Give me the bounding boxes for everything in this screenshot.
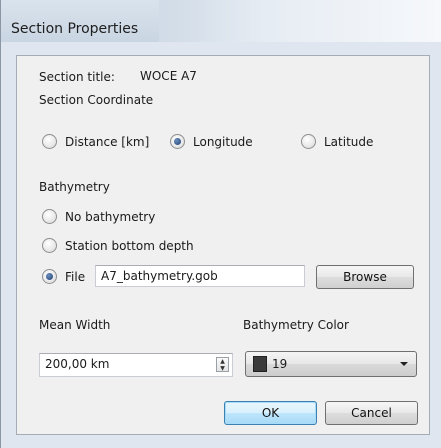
mean-width-spinner[interactable]: ▲ ▼ (216, 357, 229, 372)
radio-station-bottom-depth-indicator (42, 238, 57, 253)
section-properties-window: Section Properties Section title: WOCE A… (0, 0, 441, 448)
cancel-button[interactable]: Cancel (325, 401, 418, 425)
bathymetry-file-value: A7_bathymetry.gob (101, 269, 218, 283)
bathymetry-file-field[interactable]: A7_bathymetry.gob (95, 265, 305, 287)
mean-width-value: 200,00 km (45, 357, 110, 371)
radio-file[interactable]: File (42, 269, 85, 284)
section-title-label: Section title: (39, 70, 115, 84)
window-title: Section Properties (11, 21, 139, 37)
section-title-field[interactable]: WOCE A7 (134, 65, 422, 87)
radio-latitude[interactable]: Latitude (301, 134, 373, 149)
radio-latitude-indicator (301, 134, 316, 149)
mean-width-label: Mean Width (39, 318, 111, 332)
radio-no-bathymetry[interactable]: No bathymetry (42, 209, 155, 224)
ok-button[interactable]: OK (224, 401, 317, 425)
radio-longitude-label: Longitude (193, 134, 253, 149)
chevron-down-icon (400, 362, 408, 366)
mean-width-field[interactable]: 200,00 km ▲ ▼ (39, 353, 233, 377)
radio-distance[interactable]: Distance [km] (42, 134, 149, 149)
radio-no-bathymetry-indicator (42, 209, 57, 224)
radio-distance-label: Distance [km] (65, 134, 150, 149)
section-coordinate-heading: Section Coordinate (39, 93, 154, 107)
bathymetry-color-value: 19 (272, 357, 288, 371)
radio-distance-indicator (42, 134, 57, 149)
title-bar[interactable]: Section Properties (1, 0, 441, 42)
cancel-button-label: Cancel (351, 406, 392, 420)
bathymetry-color-label: Bathymetry Color (243, 318, 349, 332)
bathymetry-heading: Bathymetry (39, 180, 110, 194)
section-title-value: WOCE A7 (140, 69, 197, 83)
bathymetry-color-select[interactable]: 19 (245, 351, 417, 377)
radio-station-bottom-depth[interactable]: Station bottom depth (42, 238, 194, 253)
ok-button-label: OK (261, 406, 280, 420)
browse-button[interactable]: Browse (316, 265, 414, 289)
radio-longitude-indicator (170, 134, 185, 149)
radio-station-bottom-depth-label: Station bottom depth (65, 238, 194, 253)
browse-button-label: Browse (343, 270, 387, 284)
dialog-body: Section title: WOCE A7 Section Coordinat… (16, 55, 430, 435)
radio-longitude[interactable]: Longitude (170, 134, 253, 149)
radio-file-indicator (42, 269, 57, 284)
color-swatch (253, 356, 267, 372)
radio-file-label: File (65, 269, 86, 284)
radio-no-bathymetry-label: No bathymetry (65, 209, 156, 224)
radio-latitude-label: Latitude (324, 134, 374, 149)
